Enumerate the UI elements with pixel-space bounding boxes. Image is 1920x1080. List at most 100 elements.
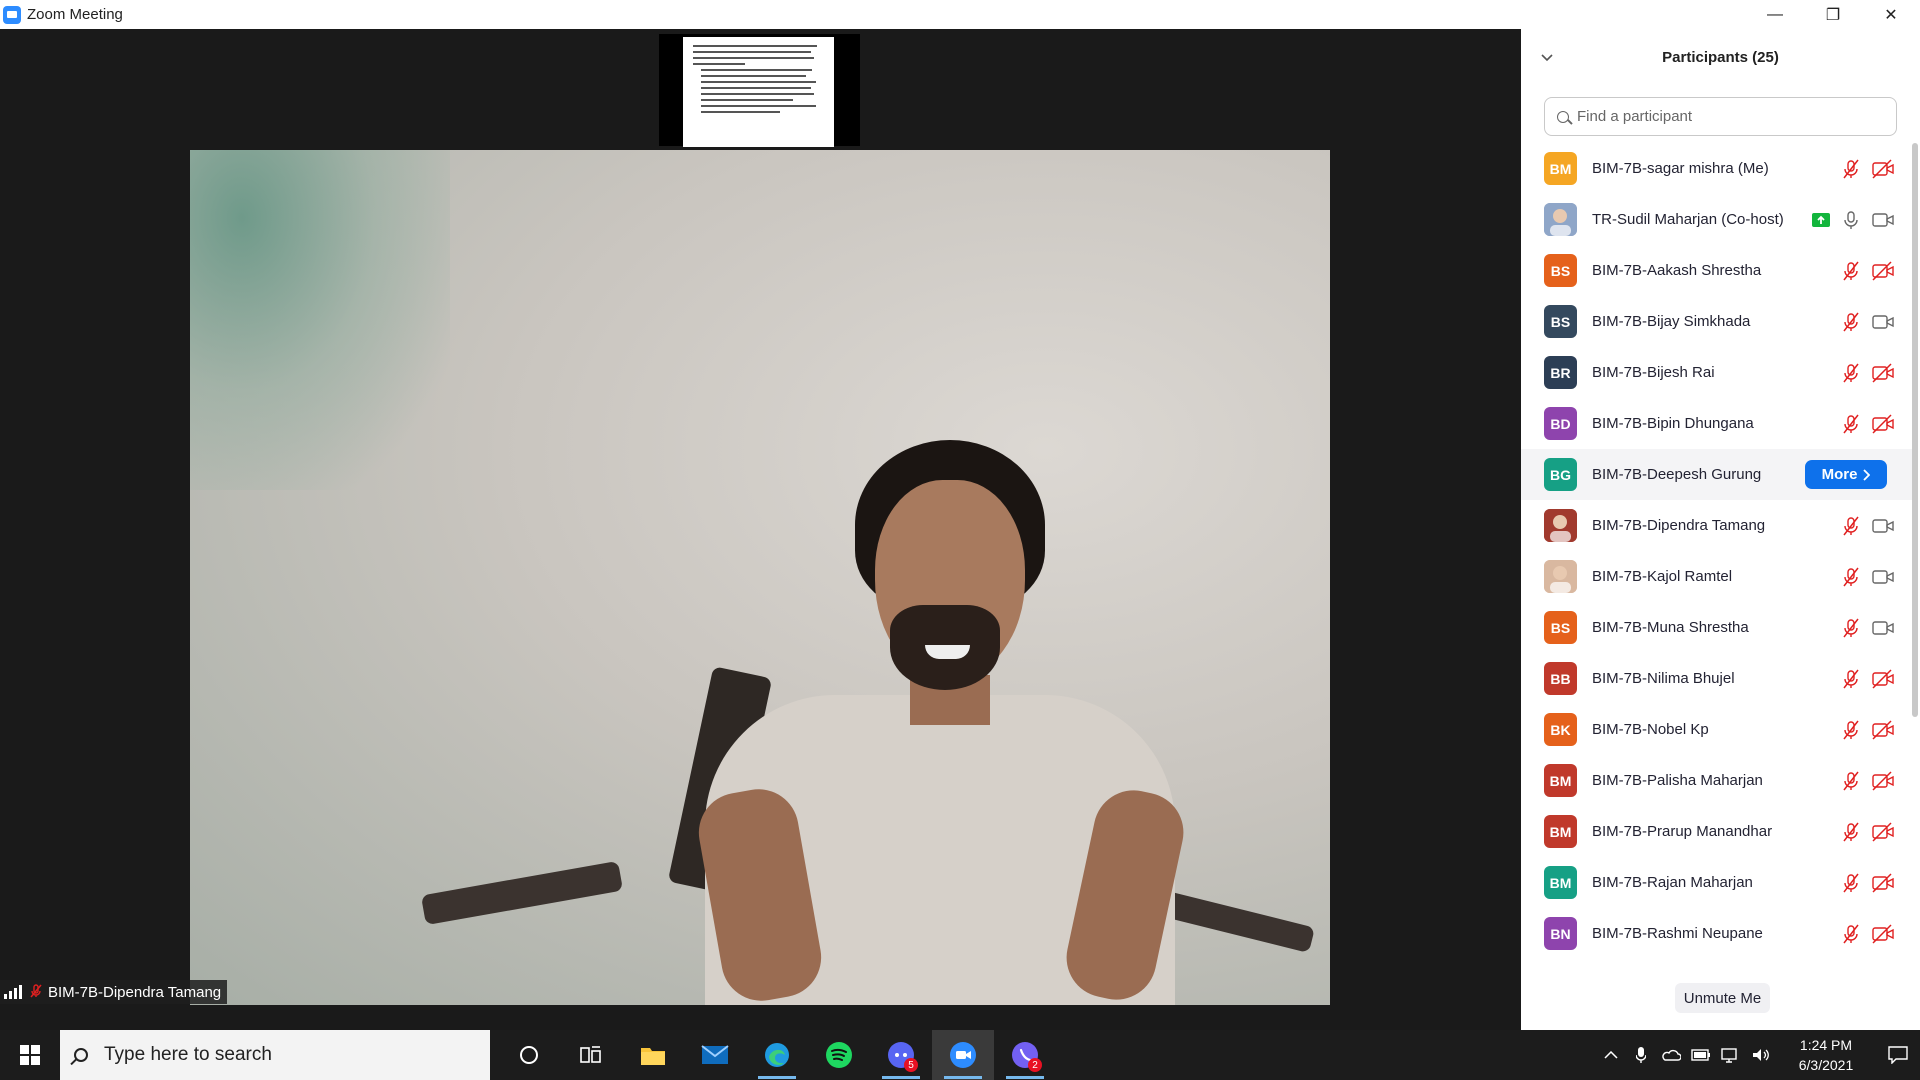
participant-name: BIM-7B-Nilima Bhujel (1592, 670, 1735, 687)
participant-row[interactable]: BM BIM-7B-Palisha Maharjan (1521, 755, 1913, 806)
avatar: BR (1544, 356, 1577, 389)
participant-name: BIM-7B-Palisha Maharjan (1592, 772, 1763, 789)
participant-row[interactable]: TR-Sudil Maharjan (Co-host) (1521, 194, 1913, 245)
mic-muted-icon[interactable] (1841, 414, 1861, 434)
mic-muted-icon[interactable] (1841, 924, 1861, 944)
avatar: BM (1544, 866, 1577, 899)
screen-share-icon (1812, 212, 1830, 227)
participant-status-icons (1811, 194, 1895, 245)
collapse-chevron-icon[interactable] (1541, 49, 1553, 65)
close-button[interactable]: ✕ (1862, 0, 1920, 29)
mic-muted-icon[interactable] (1841, 822, 1861, 842)
signal-strength-icon (4, 985, 22, 999)
taskbar-search[interactable]: Type here to search (60, 1030, 490, 1080)
participant-row[interactable]: BM BIM-7B-Prarup Manandhar (1521, 806, 1913, 857)
participant-status-icons (1841, 296, 1895, 347)
participant-row[interactable]: BK BIM-7B-Nobel Kp (1521, 704, 1913, 755)
restore-button[interactable]: ❐ (1804, 0, 1862, 29)
mic-muted-icon[interactable] (1841, 771, 1861, 791)
window-controls: — ❐ ✕ (1746, 0, 1920, 29)
mic-muted-icon[interactable] (1841, 516, 1861, 536)
participant-name: BIM-7B-Bipin Dhungana (1592, 415, 1754, 432)
participant-name: BIM-7B-Aakash Shrestha (1592, 262, 1762, 279)
active-speaker-video[interactable] (190, 150, 1330, 1005)
search-icon (74, 1048, 88, 1062)
participant-row[interactable]: BIM-7B-Kajol Ramtel (1521, 551, 1913, 602)
participant-status-icons (1841, 602, 1895, 653)
participant-status-icons (1841, 551, 1895, 602)
participant-name: BIM-7B-Prarup Manandhar (1592, 823, 1773, 840)
mic-muted-icon[interactable] (1841, 567, 1861, 587)
mic-muted-icon[interactable] (1841, 159, 1861, 179)
windows-logo-icon (20, 1045, 40, 1065)
video-off-icon (1872, 821, 1894, 842)
participant-row[interactable]: BS BIM-7B-Bijay Simkhada (1521, 296, 1913, 347)
file-explorer-icon[interactable] (622, 1030, 684, 1080)
mic-muted-icon[interactable] (1841, 669, 1861, 689)
chair-left-armrest (420, 860, 624, 926)
mail-icon[interactable] (684, 1030, 746, 1080)
participant-name: BIM-7B-Rashmi Neupane (1592, 925, 1763, 942)
viber-icon[interactable]: 2 (994, 1030, 1056, 1080)
windows-taskbar: Type here to search 5 2 1:24 PM 6/3/2021 (0, 1030, 1920, 1080)
participant-list-scrollbar[interactable] (1912, 143, 1918, 717)
participant-row[interactable]: BM BIM-7B-Rajan Maharjan (1521, 857, 1913, 908)
participant-row[interactable]: BM BIM-7B-sagar mishra (Me) (1521, 143, 1913, 194)
avatar: BS (1544, 305, 1577, 338)
video-off-icon (1872, 923, 1894, 944)
participant-name: BIM-7B-Kajol Ramtel (1592, 568, 1733, 585)
edge-icon[interactable] (746, 1030, 808, 1080)
participant-row[interactable]: BB BIM-7B-Nilima Bhujel (1521, 653, 1913, 704)
zoom-app-icon (3, 5, 21, 24)
task-view-icon[interactable] (560, 1030, 622, 1080)
participant-row[interactable]: BS BIM-7B-Aakash Shrestha (1521, 245, 1913, 296)
start-button[interactable] (0, 1030, 60, 1080)
participant-row[interactable]: BR BIM-7B-Bijesh Rai (1521, 347, 1913, 398)
mic-muted-icon[interactable] (1841, 363, 1861, 383)
mic-muted-icon[interactable] (1841, 873, 1861, 893)
mic-muted-icon[interactable] (1841, 261, 1861, 281)
participant-row[interactable]: BS BIM-7B-Muna Shrestha (1521, 602, 1913, 653)
participant-row[interactable]: BIM-7B-Dipendra Tamang (1521, 500, 1913, 551)
more-button[interactable]: More (1805, 460, 1887, 489)
taskbar-apps: 5 2 (498, 1030, 1056, 1080)
participant-row[interactable]: BD BIM-7B-Bipin Dhungana (1521, 398, 1913, 449)
participant-search-input[interactable] (1577, 108, 1877, 125)
avatar (1544, 509, 1577, 542)
participant-row[interactable]: BG BIM-7B-Deepesh Gurung More (1521, 449, 1913, 500)
discord-icon[interactable]: 5 (870, 1030, 932, 1080)
mic-muted-icon[interactable] (1841, 720, 1861, 740)
microphone-icon[interactable] (1626, 1030, 1656, 1080)
chevron-up-icon[interactable] (1596, 1030, 1626, 1080)
speaker-name-tag: BIM-7B-Dipendra Tamang (0, 980, 228, 1004)
avatar: BS (1544, 611, 1577, 644)
mic-muted-icon[interactable] (1841, 618, 1861, 638)
participant-name: TR-Sudil Maharjan (Co-host) (1592, 211, 1784, 228)
video-off-icon (1872, 872, 1894, 893)
cortana-icon[interactable] (498, 1030, 560, 1080)
title-bar: Zoom Meeting — ❐ ✕ (0, 0, 1920, 29)
network-icon[interactable] (1716, 1030, 1746, 1080)
unmute-me-button[interactable]: Unmute Me (1675, 983, 1770, 1013)
mic-muted-icon[interactable] (1841, 312, 1861, 332)
onedrive-icon[interactable] (1656, 1030, 1686, 1080)
participant-search[interactable] (1544, 97, 1897, 136)
participant-status-icons (1841, 857, 1895, 908)
notification-center-icon[interactable] (1876, 1030, 1920, 1080)
microphone-icon[interactable] (1841, 210, 1861, 230)
meeting-view: BIM-7B-Dipendra Tamang (0, 29, 1521, 1030)
zoom-icon[interactable] (932, 1030, 994, 1080)
clock-time: 1:24 PM (1799, 1037, 1853, 1053)
minimize-button[interactable]: — (1746, 0, 1804, 29)
shared-screen-thumbnail[interactable] (659, 34, 860, 147)
battery-icon[interactable] (1686, 1030, 1716, 1080)
video-icon (1872, 212, 1894, 227)
spotify-icon[interactable] (808, 1030, 870, 1080)
window-title: Zoom Meeting (27, 6, 123, 23)
participant-row[interactable]: BN BIM-7B-Rashmi Neupane (1521, 908, 1913, 959)
video-icon (1872, 518, 1894, 533)
participant-name: BIM-7B-Dipendra Tamang (1592, 517, 1766, 534)
system-clock[interactable]: 1:24 PM 6/3/2021 (1776, 1035, 1876, 1075)
system-tray: 1:24 PM 6/3/2021 (1596, 1030, 1920, 1080)
volume-icon[interactable] (1746, 1030, 1776, 1080)
